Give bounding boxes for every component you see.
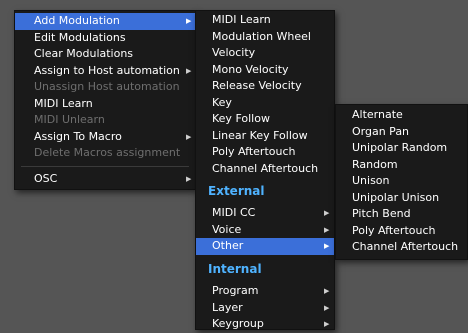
menu-item-unison[interactable]: Unison — [336, 173, 467, 190]
menu-item-voice[interactable]: Voice ▶ — [196, 222, 334, 239]
menu-item-layer[interactable]: Layer ▶ — [196, 300, 334, 317]
menu-item-key[interactable]: Key — [196, 95, 334, 112]
menu-item-label: Organ Pan — [352, 124, 410, 138]
menu-item-label: Other — [212, 239, 244, 252]
submenu-arrow-icon: ▶ — [324, 209, 330, 217]
menu-item-other[interactable]: Other ▶ — [196, 238, 334, 255]
menu-item-random[interactable]: Random — [336, 157, 467, 174]
menu-item-midi-learn[interactable]: MIDI Learn — [196, 12, 334, 29]
submenu-arrow-icon: ▶ — [186, 132, 192, 141]
menu-item-label: Program — [212, 284, 259, 297]
section-header-internal: Internal — [196, 259, 334, 279]
menu-item-label: Mono Velocity — [212, 62, 289, 76]
menu-item-label: Unassign Host automation — [34, 80, 180, 93]
menu-item-midi-cc[interactable]: MIDI CC ▶ — [196, 205, 334, 222]
menu-item-modulation-wheel[interactable]: Modulation Wheel — [196, 29, 334, 46]
menu-item-poly-aftertouch[interactable]: Poly Aftertouch — [196, 144, 334, 161]
menu-item-label: Velocity — [212, 46, 256, 59]
context-menu-main: Add Modulation ▶ Edit Modulations Clear … — [14, 10, 196, 190]
menu-item-alternate[interactable]: Alternate — [336, 107, 467, 124]
menu-item-label: Add Modulation — [34, 14, 120, 27]
submenu-other: Alternate Organ Pan Unipolar Random Rand… — [335, 104, 468, 260]
menu-item-unipolar-unison[interactable]: Unipolar Unison — [336, 190, 467, 207]
section-header-external: External — [196, 181, 334, 201]
section-header-label: Internal — [208, 262, 262, 276]
menu-item-label: Poly Aftertouch — [212, 145, 296, 158]
menu-item-label: OSC — [34, 172, 58, 185]
submenu-arrow-icon: ▶ — [324, 320, 330, 328]
menu-item-poly-aftertouch[interactable]: Poly Aftertouch — [336, 223, 467, 240]
menu-item-label: Key — [212, 95, 232, 109]
menu-item-label: Poly Aftertouch — [352, 223, 436, 237]
menu-item-label: Clear Modulations — [34, 47, 134, 60]
menu-item-channel-aftertouch[interactable]: Channel Aftertouch — [336, 239, 467, 256]
menu-item-label: MIDI Unlearn — [34, 113, 105, 126]
submenu-arrow-icon: ▶ — [186, 66, 192, 75]
menu-item-midi-unlearn: MIDI Unlearn — [15, 112, 195, 129]
menu-item-label: MIDI Learn — [34, 96, 93, 110]
menu-item-add-modulation[interactable]: Add Modulation ▶ — [15, 13, 195, 30]
submenu-arrow-icon: ▶ — [324, 225, 330, 234]
menu-separator — [21, 166, 189, 167]
menu-item-assign-host-automation[interactable]: Assign to Host automation ▶ — [15, 63, 195, 80]
menu-item-pitch-bend[interactable]: Pitch Bend — [336, 206, 467, 223]
menu-item-release-velocity[interactable]: Release Velocity — [196, 78, 334, 95]
submenu-arrow-icon: ▶ — [324, 242, 330, 250]
menu-item-edit-modulations[interactable]: Edit Modulations — [15, 30, 195, 47]
menu-item-label: MIDI Learn — [212, 13, 271, 26]
submenu-arrow-icon: ▶ — [324, 287, 330, 295]
submenu-arrow-icon: ▶ — [186, 175, 192, 183]
menu-item-velocity[interactable]: Velocity — [196, 45, 334, 62]
menu-item-label: Random — [352, 157, 398, 171]
menu-item-clear-modulations[interactable]: Clear Modulations — [15, 46, 195, 63]
menu-item-label: Delete Macros assignment — [34, 146, 181, 159]
submenu-arrow-icon: ▶ — [186, 17, 192, 25]
menu-item-program[interactable]: Program ▶ — [196, 283, 334, 300]
menu-item-label: Layer — [212, 300, 243, 314]
menu-item-label: Release Velocity — [212, 79, 302, 92]
menu-item-label: Linear Key Follow — [212, 128, 308, 142]
menu-item-key-follow[interactable]: Key Follow — [196, 111, 334, 128]
menu-item-channel-aftertouch[interactable]: Channel Aftertouch — [196, 161, 334, 178]
menu-item-label: Channel Aftertouch — [212, 161, 319, 175]
menu-item-label: Alternate — [352, 108, 403, 121]
menu-item-unassign-host-automation: Unassign Host automation — [15, 79, 195, 96]
menu-item-label: Unison — [352, 174, 390, 187]
menu-item-keygroup[interactable]: Keygroup ▶ — [196, 316, 334, 333]
menu-item-assign-to-macro[interactable]: Assign To Macro ▶ — [15, 129, 195, 146]
menu-item-label: MIDI CC — [212, 206, 256, 219]
menu-item-label: Key Follow — [212, 112, 270, 125]
menu-item-label: Unipolar Random — [352, 141, 448, 154]
menu-item-label: Unipolar Unison — [352, 190, 440, 204]
menu-item-label: Keygroup — [212, 317, 264, 330]
menu-item-label: Modulation Wheel — [212, 29, 311, 43]
submenu-arrow-icon: ▶ — [324, 303, 330, 312]
menu-item-label: Assign To Macro — [34, 129, 122, 143]
menu-item-mono-velocity[interactable]: Mono Velocity — [196, 62, 334, 79]
menu-item-label: Assign to Host automation — [34, 63, 180, 77]
section-header-label: External — [208, 184, 265, 198]
menu-item-osc[interactable]: OSC ▶ — [15, 171, 195, 188]
menu-item-midi-learn[interactable]: MIDI Learn — [15, 96, 195, 113]
menu-item-label: Edit Modulations — [34, 30, 126, 44]
menu-item-unipolar-random[interactable]: Unipolar Random — [336, 140, 467, 157]
menu-item-delete-macros-assignment: Delete Macros assignment — [15, 145, 195, 162]
submenu-add-modulation: MIDI Learn Modulation Wheel Velocity Mon… — [195, 10, 335, 330]
menu-item-linear-key-follow[interactable]: Linear Key Follow — [196, 128, 334, 145]
menu-item-label: Voice — [212, 222, 242, 236]
menu-item-organ-pan[interactable]: Organ Pan — [336, 124, 467, 141]
menu-item-label: Channel Aftertouch — [352, 240, 459, 253]
menu-item-label: Pitch Bend — [352, 207, 411, 220]
